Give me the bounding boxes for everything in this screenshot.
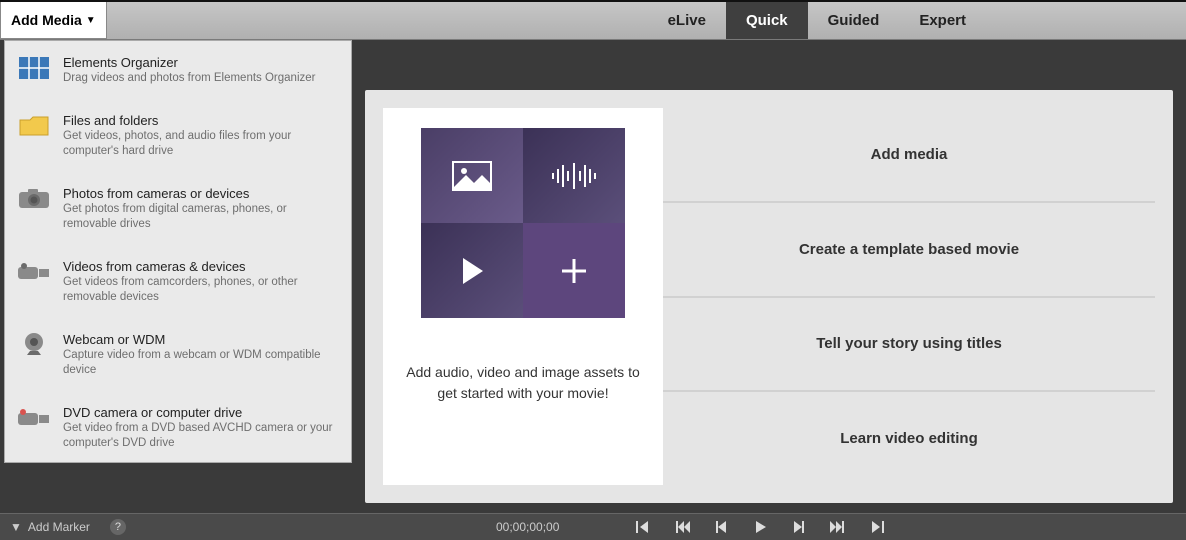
- plus-tile-icon: [523, 223, 625, 318]
- camcorder-icon: [17, 259, 51, 285]
- next-frame-button[interactable]: [830, 521, 844, 533]
- card-titles[interactable]: Tell your story using titles: [663, 298, 1155, 393]
- card-add-media[interactable]: Add media: [663, 108, 1155, 203]
- menu-item-files-folders[interactable]: Files and folders Get videos, photos, an…: [11, 109, 345, 164]
- menu-item-desc: Get photos from digital cameras, phones,…: [63, 202, 339, 233]
- menu-item-title: Files and folders: [63, 113, 339, 128]
- top-toolbar: Add Media ▼ eLive Quick Guided Expert: [0, 0, 1186, 40]
- menu-item-dvd[interactable]: DVD camera or computer drive Get video f…: [11, 401, 345, 456]
- quick-action-cards: Add media Create a template based movie …: [663, 90, 1173, 503]
- dvd-camera-icon: [17, 405, 51, 431]
- menu-item-title: Webcam or WDM: [63, 332, 339, 347]
- card-template-movie[interactable]: Create a template based movie: [663, 203, 1155, 298]
- add-media-menu: Elements Organizer Drag videos and photo…: [4, 40, 352, 463]
- add-media-dropdown-button[interactable]: Add Media ▼: [0, 2, 107, 39]
- folder-icon: [17, 113, 51, 139]
- menu-item-webcam[interactable]: Webcam or WDM Capture video from a webca…: [11, 328, 345, 383]
- tab-elive[interactable]: eLive: [648, 2, 726, 39]
- step-back-button[interactable]: [716, 521, 728, 533]
- tab-expert[interactable]: Expert: [899, 2, 986, 39]
- menu-item-videos-devices[interactable]: Videos from cameras & devices Get videos…: [11, 255, 345, 310]
- menu-item-title: Photos from cameras or devices: [63, 186, 339, 201]
- transport-controls: [636, 521, 884, 533]
- menu-item-title: Videos from cameras & devices: [63, 259, 339, 274]
- camera-icon: [17, 186, 51, 212]
- hero-icon-grid: [421, 128, 625, 318]
- card-learn[interactable]: Learn video editing: [663, 392, 1155, 485]
- quick-start-panel: Add audio, video and image assets to get…: [365, 90, 1173, 503]
- timeline-bar: ▼ Add Marker ? 00;00;00;00: [0, 513, 1186, 540]
- step-forward-button[interactable]: [792, 521, 804, 533]
- add-marker-label: Add Marker: [28, 520, 90, 534]
- goto-start-button[interactable]: [636, 521, 650, 533]
- menu-item-desc: Capture video from a webcam or WDM compa…: [63, 348, 339, 379]
- menu-item-title: Elements Organizer: [63, 55, 315, 70]
- audio-tile-icon: [523, 128, 625, 223]
- menu-item-desc: Get video from a DVD based AVCHD camera …: [63, 421, 339, 452]
- caret-down-icon: ▼: [86, 15, 96, 26]
- tab-quick[interactable]: Quick: [726, 2, 808, 39]
- mode-tabs: eLive Quick Guided Expert: [648, 2, 1186, 39]
- play-button[interactable]: [754, 521, 766, 533]
- webcam-icon: [17, 332, 51, 358]
- menu-item-elements-organizer[interactable]: Elements Organizer Drag videos and photo…: [11, 51, 345, 91]
- menu-item-desc: Get videos, photos, and audio files from…: [63, 129, 339, 160]
- menu-item-desc: Drag videos and photos from Elements Org…: [63, 71, 315, 87]
- add-media-label: Add Media: [11, 12, 82, 28]
- hero-caption: Add audio, video and image assets to get…: [383, 362, 663, 404]
- menu-item-desc: Get videos from camcorders, phones, or o…: [63, 275, 339, 306]
- add-marker-button[interactable]: ▼ Add Marker: [0, 520, 90, 534]
- grid-organizer-icon: [17, 55, 51, 81]
- timecode-display: 00;00;00;00: [496, 520, 559, 534]
- menu-item-photos-devices[interactable]: Photos from cameras or devices Get photo…: [11, 182, 345, 237]
- workspace: Elements Organizer Drag videos and photo…: [0, 40, 1186, 513]
- hero-card: Add audio, video and image assets to get…: [383, 108, 663, 485]
- tab-guided[interactable]: Guided: [808, 2, 900, 39]
- image-tile-icon: [421, 128, 523, 223]
- prev-frame-button[interactable]: [676, 521, 690, 533]
- play-tile-icon: [421, 223, 523, 318]
- help-button[interactable]: ?: [110, 519, 126, 535]
- goto-end-button[interactable]: [870, 521, 884, 533]
- caret-down-icon: ▼: [10, 520, 22, 534]
- menu-item-title: DVD camera or computer drive: [63, 405, 339, 420]
